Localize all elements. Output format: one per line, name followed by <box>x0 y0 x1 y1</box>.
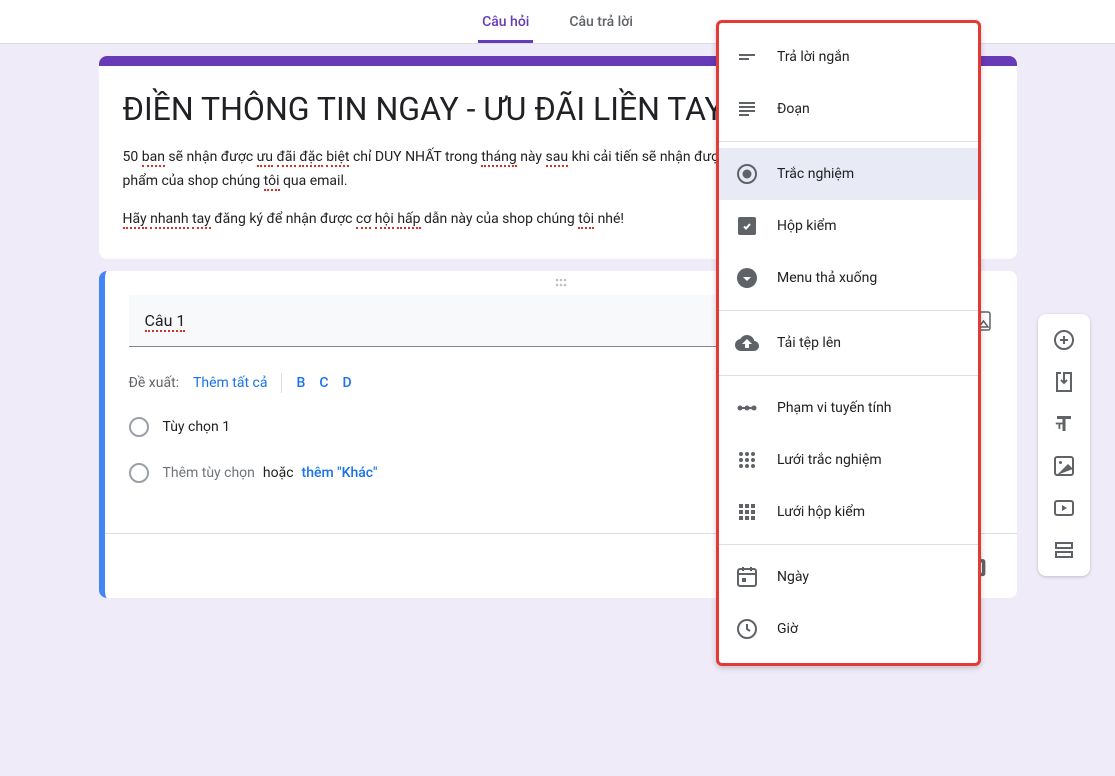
desc-text: ưu <box>257 149 273 167</box>
dd-label: Menu thả xuống <box>777 270 877 286</box>
dd-label: Phạm vi tuyến tính <box>777 400 892 416</box>
desc-text: nhé! <box>594 211 624 227</box>
desc-text: sau <box>546 149 569 167</box>
desc-text: Hãy <box>123 211 147 229</box>
add-video-button[interactable] <box>1044 488 1084 528</box>
calendar-icon <box>735 565 759 589</box>
dd-label: Giờ <box>777 621 798 637</box>
add-image-button[interactable] <box>1044 446 1084 486</box>
desc-text: dẫn này của shop chúng <box>421 211 579 227</box>
type-mc-grid[interactable]: Lưới trắc nghiệm <box>719 434 978 486</box>
desc-text: này <box>517 149 546 165</box>
question-type-dropdown: Trả lời ngắn Đoạn Trắc nghiệm Hộp kiểm M… <box>716 20 981 666</box>
grid-dots-icon <box>735 448 759 472</box>
type-file-upload[interactable]: Tải tệp lên <box>719 317 978 369</box>
dd-label: Hộp kiểm <box>777 218 837 234</box>
short-answer-icon <box>735 45 759 69</box>
desc-text: hấp <box>397 211 420 229</box>
desc-text: tôi <box>264 173 280 191</box>
tab-responses[interactable]: Câu trả lời <box>565 6 637 43</box>
side-toolbar <box>1038 314 1090 576</box>
desc-text: đăng ký để nhận được <box>211 211 356 227</box>
tab-questions[interactable]: Câu hỏi <box>478 6 533 43</box>
or-text: hoặc <box>263 465 294 481</box>
desc-text: đặc <box>299 149 322 167</box>
radio-icon <box>129 463 149 483</box>
dd-label: Tải tệp lên <box>777 335 841 351</box>
clock-icon <box>735 617 759 641</box>
type-paragraph[interactable]: Đoạn <box>719 83 978 135</box>
suggest-option-c[interactable]: C <box>319 375 328 391</box>
type-date[interactable]: Ngày <box>719 551 978 603</box>
grid-squares-icon <box>735 500 759 524</box>
desc-text: sẽ nhận được <box>165 149 257 165</box>
desc-text <box>273 149 276 165</box>
desc-text: biệt <box>326 149 349 167</box>
type-time[interactable]: Giờ <box>719 603 978 655</box>
dropdown-icon <box>735 266 759 290</box>
add-title-button[interactable] <box>1044 404 1084 444</box>
type-multiple-choice[interactable]: Trắc nghiệm <box>719 148 978 200</box>
desc-text: ban <box>142 149 165 167</box>
add-all-link[interactable]: Thêm tất cả <box>193 375 267 391</box>
option-text[interactable]: Tùy chọn 1 <box>163 419 231 435</box>
dd-label: Đoạn <box>777 101 810 117</box>
add-option-text[interactable]: Thêm tùy chọn <box>163 465 255 481</box>
desc-text: đãi <box>277 149 296 167</box>
dropdown-separator <box>719 375 978 376</box>
type-short-answer[interactable]: Trả lời ngắn <box>719 31 978 83</box>
dd-label: Lưới trắc nghiệm <box>777 452 882 468</box>
radio-icon <box>129 417 149 437</box>
divider <box>281 373 282 393</box>
add-question-button[interactable] <box>1044 320 1084 360</box>
dropdown-separator <box>719 310 978 311</box>
radio-icon <box>735 162 759 186</box>
dropdown-separator <box>719 141 978 142</box>
suggest-label: Đề xuất: <box>129 375 180 391</box>
type-checkboxes[interactable]: Hộp kiểm <box>719 200 978 252</box>
cloud-upload-icon <box>735 331 759 355</box>
paragraph-icon <box>735 97 759 121</box>
type-dropdown[interactable]: Menu thả xuống <box>719 252 978 304</box>
type-linear-scale[interactable]: Phạm vi tuyến tính <box>719 382 978 434</box>
dd-label: Trả lời ngắn <box>777 49 850 65</box>
add-section-button[interactable] <box>1044 530 1084 570</box>
desc-text: chỉ DUY NHẤT trong <box>349 149 481 165</box>
desc-text: qua email. <box>280 173 348 189</box>
desc-text: 50 <box>123 149 142 165</box>
dd-label: Lưới hộp kiểm <box>777 504 865 520</box>
desc-text: tôi <box>578 211 594 229</box>
dropdown-separator <box>719 544 978 545</box>
desc-text: hội <box>375 211 394 229</box>
add-other-link[interactable]: thêm "Khác" <box>302 465 378 481</box>
linear-scale-icon <box>735 396 759 420</box>
suggest-option-b[interactable]: B <box>296 375 305 391</box>
desc-text: tay <box>192 211 211 229</box>
desc-text: nhanh <box>150 211 189 229</box>
desc-text: tháng <box>481 149 517 167</box>
suggest-option-d[interactable]: D <box>342 375 351 391</box>
type-cb-grid[interactable]: Lưới hộp kiểm <box>719 486 978 538</box>
dd-label: Trắc nghiệm <box>777 166 854 182</box>
dd-label: Ngày <box>777 569 809 585</box>
desc-text: cơ <box>356 211 371 229</box>
import-questions-button[interactable] <box>1044 362 1084 402</box>
checkbox-icon <box>735 214 759 238</box>
